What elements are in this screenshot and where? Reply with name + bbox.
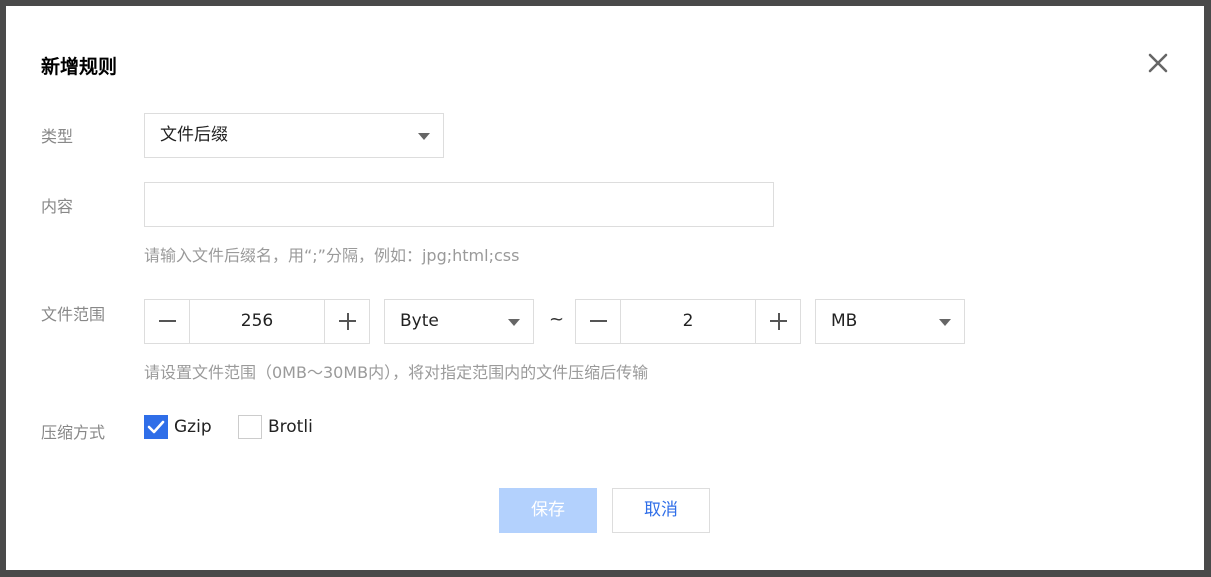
brotli-checkbox[interactable] — [238, 415, 262, 439]
min-size-stepper: 256 — [144, 299, 370, 344]
max-unit-value: MB — [831, 311, 858, 331]
type-select[interactable]: 文件后缀 — [144, 113, 444, 158]
compression-label: 压缩方式 — [41, 423, 106, 442]
dialog-title: 新增规则 — [41, 56, 118, 78]
save-button[interactable]: 保存 — [499, 488, 597, 533]
type-select-value: 文件后缀 — [160, 125, 228, 145]
min-increment-button[interactable] — [324, 300, 369, 343]
content-input[interactable] — [144, 182, 774, 227]
minus-icon — [590, 320, 607, 322]
gzip-checkbox[interactable] — [144, 415, 168, 439]
min-unit-select[interactable]: Byte — [384, 299, 534, 344]
content-label: 内容 — [41, 197, 74, 216]
content-hint: 请输入文件后缀名，用“;”分隔，例如：jpg;html;css — [144, 246, 520, 265]
min-unit-value: Byte — [400, 311, 439, 331]
max-size-value[interactable]: 2 — [621, 300, 755, 343]
cancel-button[interactable]: 取消 — [612, 488, 710, 533]
size-range-label: 文件范围 — [41, 305, 106, 324]
add-rule-dialog: 新增规则 类型 文件后缀 内容 请输入文件后缀名，用“;”分隔，例如：jpg;h… — [6, 6, 1204, 570]
checkmark-icon — [147, 420, 165, 434]
type-label: 类型 — [41, 127, 74, 146]
min-decrement-button[interactable] — [145, 300, 190, 343]
close-icon[interactable] — [1146, 51, 1170, 75]
max-unit-select[interactable]: MB — [815, 299, 965, 344]
min-size-value[interactable]: 256 — [190, 300, 324, 343]
max-decrement-button[interactable] — [576, 300, 621, 343]
max-size-stepper: 2 — [575, 299, 801, 344]
chevron-down-icon — [418, 133, 430, 140]
size-range-hint: 请设置文件范围（0MB～30MB内），将对指定范围内的文件压缩后传输 — [144, 363, 649, 382]
minus-icon — [159, 320, 176, 322]
chevron-down-icon — [508, 319, 520, 326]
chevron-down-icon — [939, 319, 951, 326]
max-increment-button[interactable] — [755, 300, 800, 343]
brotli-label[interactable]: Brotli — [268, 417, 313, 437]
gzip-label[interactable]: Gzip — [174, 417, 212, 437]
range-separator: ~ — [549, 309, 565, 330]
